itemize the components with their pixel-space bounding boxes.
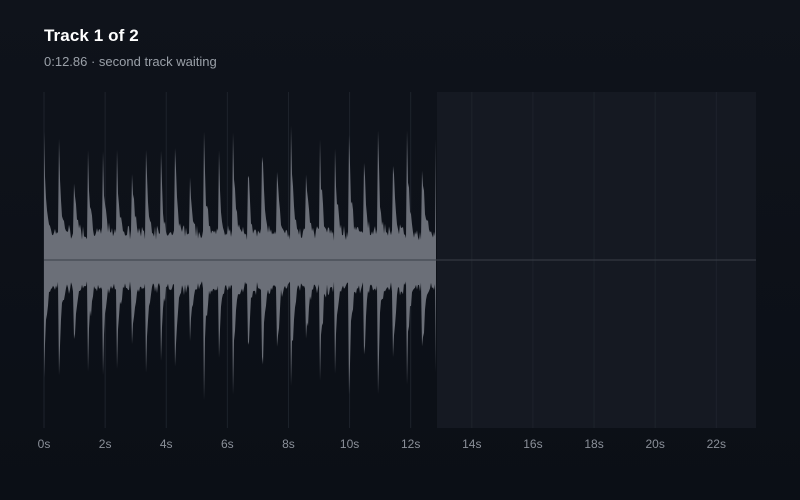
tick-label: 18s xyxy=(584,437,603,451)
tick-label: 10s xyxy=(340,437,359,451)
tick-label: 6s xyxy=(221,437,234,451)
tick-label: 16s xyxy=(523,437,542,451)
recorded-waveform xyxy=(44,125,436,401)
tick-label: 20s xyxy=(645,437,664,451)
tick-label: 14s xyxy=(462,437,481,451)
waveform-svg: 0s 2s 4s 6s 8s 10s 12s 14s 16s 18s 20s 22s xyxy=(38,92,756,451)
tick-label: 12s xyxy=(401,437,420,451)
tick-label: 4s xyxy=(160,437,173,451)
tick-label: 8s xyxy=(282,437,295,451)
tick-label: 2s xyxy=(99,437,112,451)
tick-label: 22s xyxy=(707,437,726,451)
timeline-ticks: 0s 2s 4s 6s 8s 10s 12s 14s 16s 18s 20s 22s xyxy=(38,437,726,451)
waveform-area: 0s 2s 4s 6s 8s 10s 12s 14s 16s 18s 20s 22s xyxy=(0,0,800,500)
tick-label: 0s xyxy=(38,437,51,451)
